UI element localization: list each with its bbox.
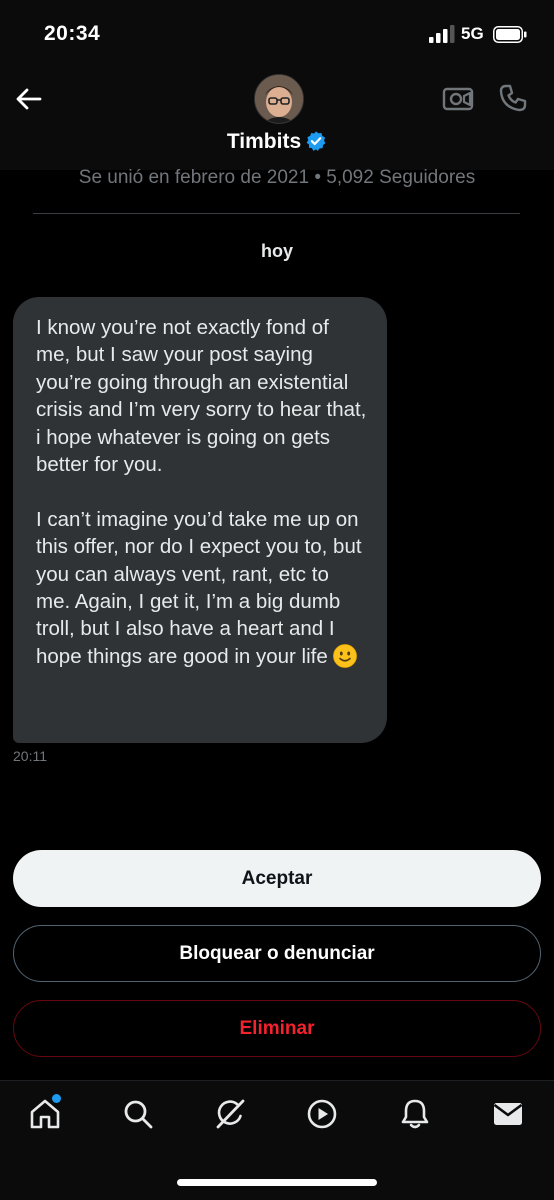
battery-icon (493, 26, 527, 43)
messages-envelope-icon[interactable] (491, 1097, 525, 1131)
message-bubble[interactable]: I know you’re not exactly fond of me, bu… (13, 297, 387, 743)
message-timestamp: 20:11 (13, 748, 47, 764)
home-indicator[interactable] (177, 1179, 377, 1186)
video-play-icon[interactable] (305, 1097, 339, 1131)
search-icon[interactable] (121, 1097, 155, 1131)
phone-icon[interactable] (498, 83, 528, 113)
profile-meta: Se unió en febrero de 2021 • 5,092 Segui… (78, 167, 476, 188)
arrow-left-icon[interactable] (14, 84, 44, 114)
notification-dot (52, 1094, 61, 1103)
block-or-report-button[interactable]: Bloquear o denunciar (13, 925, 541, 982)
notifications-bell-icon[interactable] (398, 1097, 432, 1131)
divider (33, 213, 520, 214)
signal-strength-icon (429, 25, 455, 43)
accept-button[interactable]: Aceptar (13, 850, 541, 907)
message-text: I know you’re not exactly fond of me, bu… (36, 316, 367, 668)
network-label: 5G (461, 24, 484, 43)
status-time: 20:34 (44, 22, 101, 45)
avatar-portrait-icon (255, 75, 303, 123)
slightly-smiling-face-emoji (333, 643, 358, 668)
grok-icon[interactable] (213, 1097, 247, 1131)
date-separator: hoy (260, 241, 293, 261)
delete-button[interactable]: Eliminar (13, 1000, 541, 1057)
verified-badge-icon (306, 131, 326, 151)
avatar[interactable] (254, 74, 304, 124)
video-call-icon[interactable] (442, 84, 474, 112)
profile-name: Timbits (226, 130, 302, 153)
profile-name-row[interactable]: Timbits (0, 130, 554, 154)
